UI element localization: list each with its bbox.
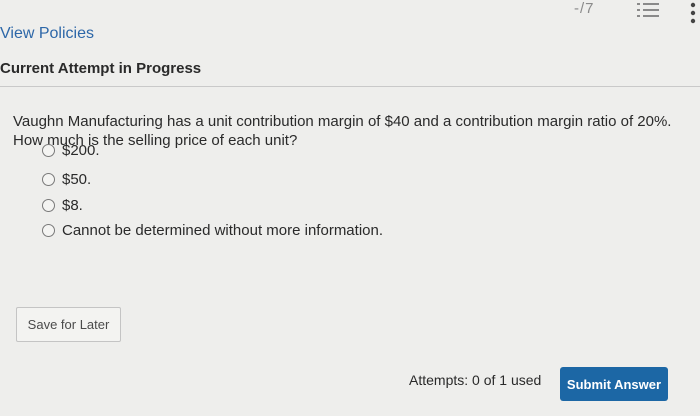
score-indicator: -/7 <box>574 0 595 17</box>
answer-option-4[interactable]: Cannot be determined without more inform… <box>42 222 383 239</box>
answer-option-label: $50. <box>62 171 92 188</box>
view-policies-link[interactable]: View Policies <box>0 25 94 43</box>
radio-button[interactable] <box>42 199 55 212</box>
top-bar: -/7 <box>0 0 700 24</box>
answer-option-3[interactable]: $8. <box>42 197 83 214</box>
current-attempt-heading: Current Attempt in Progress <box>0 60 202 77</box>
answer-option-2[interactable]: $50. <box>42 171 91 188</box>
radio-button[interactable] <box>42 224 55 237</box>
divider <box>0 86 700 87</box>
radio-button[interactable] <box>42 173 55 186</box>
question-text: Vaughn Manufacturing has a unit contribu… <box>13 113 672 149</box>
answer-option-label: $8. <box>62 197 83 214</box>
answer-option-label: Cannot be determined without more inform… <box>62 222 384 239</box>
radio-button[interactable] <box>42 144 55 157</box>
more-vertical-icon[interactable] <box>690 2 696 24</box>
numbered-list-icon[interactable] <box>637 2 659 18</box>
attempts-counter: Attempts: 0 of 1 used <box>409 372 542 388</box>
submit-answer-button[interactable]: Submit Answer <box>560 367 668 401</box>
save-for-later-button[interactable]: Save for Later <box>16 307 121 342</box>
answer-option-label: $200. <box>62 142 100 159</box>
answer-option-1[interactable]: $200. <box>42 142 100 159</box>
